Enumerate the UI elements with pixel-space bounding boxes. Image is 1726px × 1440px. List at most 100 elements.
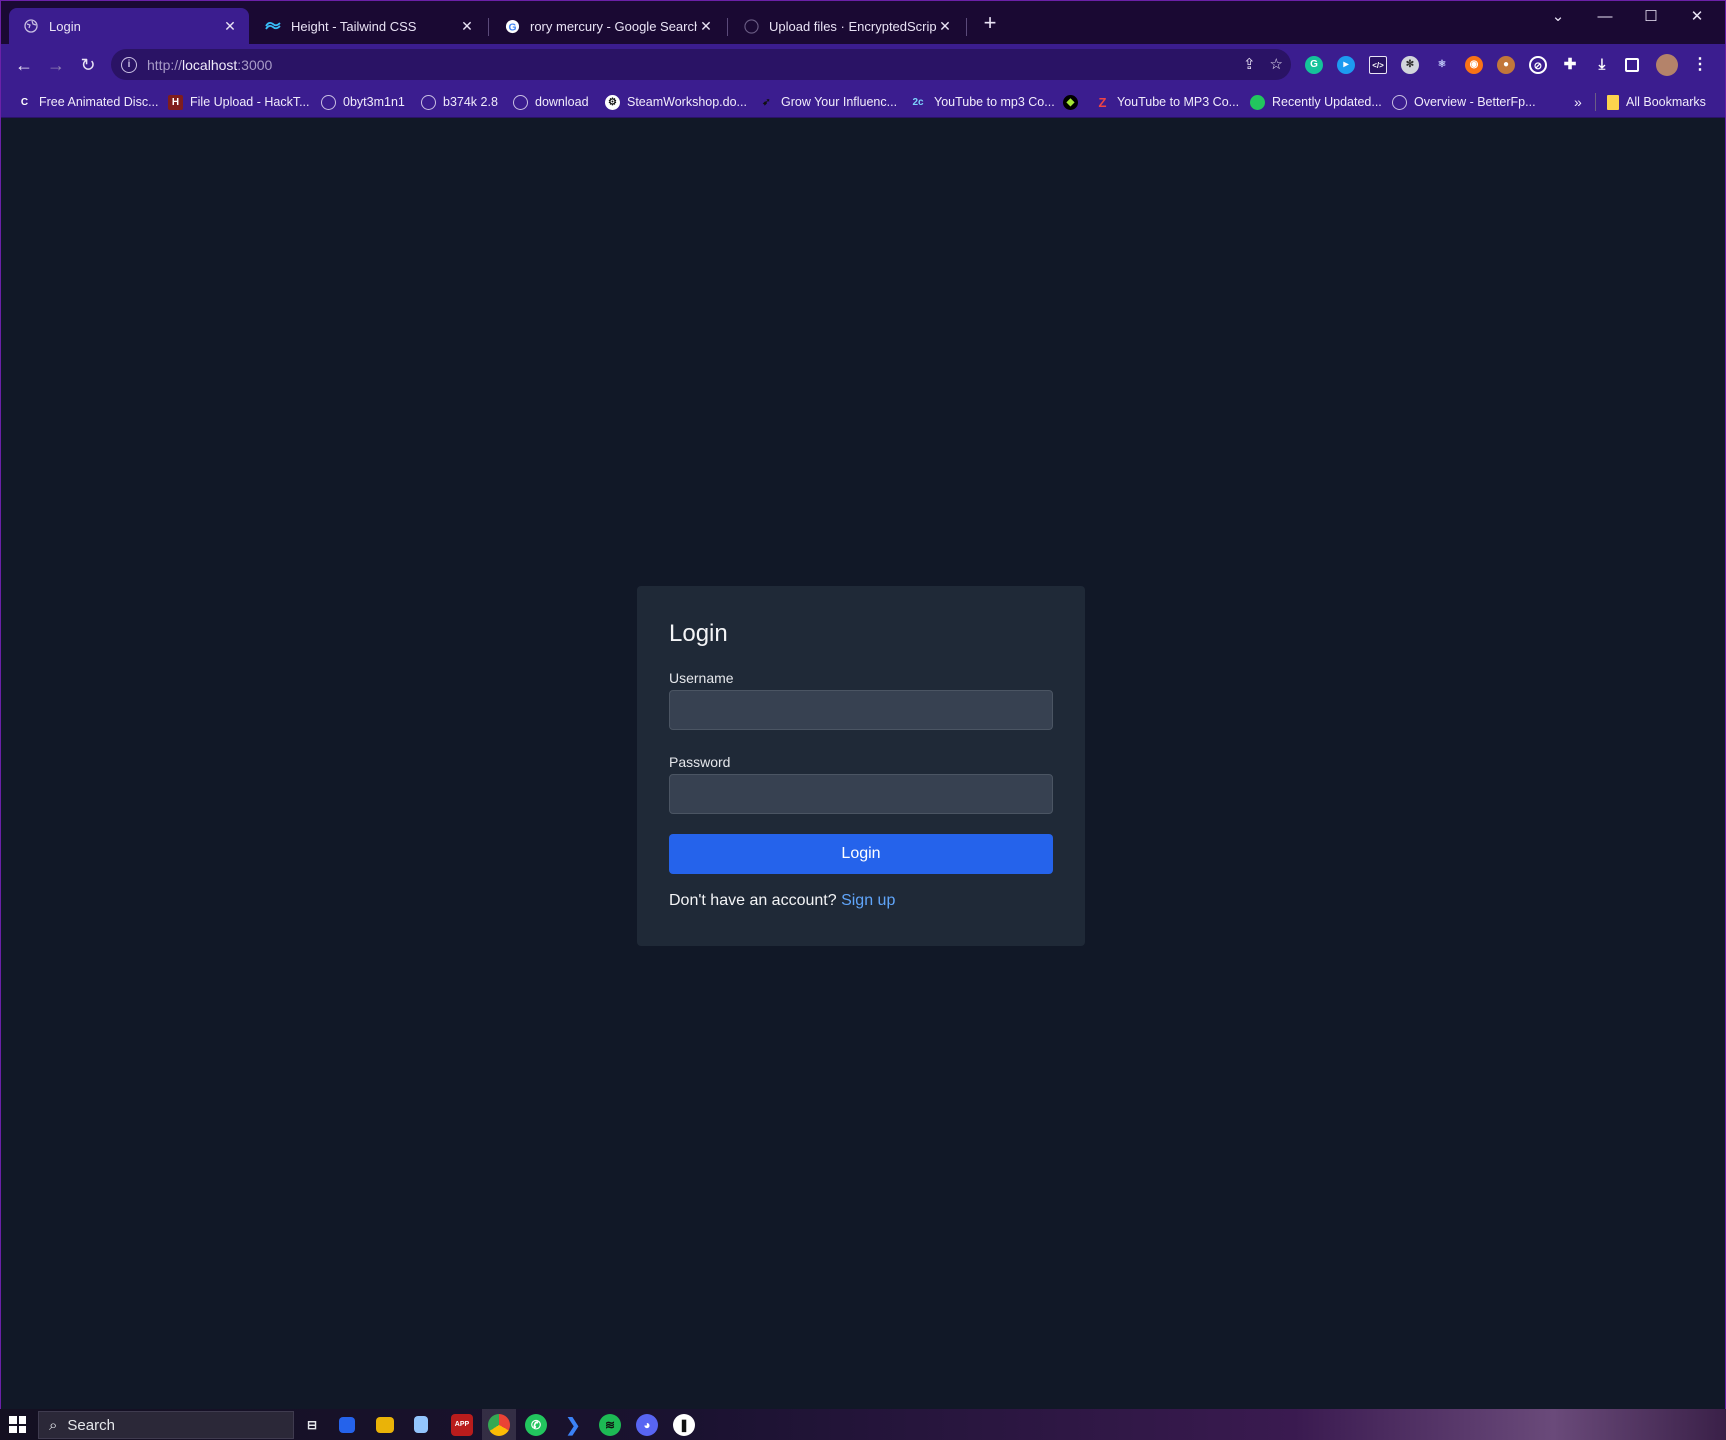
tab-separator	[488, 18, 489, 36]
kebab-menu-icon[interactable]: ⋮	[1691, 56, 1709, 74]
site-info-icon[interactable]: i	[121, 56, 137, 73]
bookmark-item[interactable]: ◆	[1063, 92, 1085, 112]
globe-icon	[513, 94, 528, 110]
steam-icon: ⚙	[605, 94, 620, 110]
bookmark-divider	[1595, 93, 1596, 111]
share-icon[interactable]: ⇪	[1243, 55, 1256, 73]
minimize-button[interactable]: —	[1583, 5, 1627, 29]
login-button[interactable]: Login	[669, 834, 1053, 874]
video-extension-icon[interactable]: ▸	[1337, 56, 1355, 74]
bookmark-item[interactable]: 0byt3m1n1	[321, 92, 405, 112]
download-icon[interactable]: ⤓	[1593, 56, 1611, 74]
username-input[interactable]	[669, 690, 1053, 730]
side-panel-icon[interactable]	[1625, 58, 1639, 72]
globe-icon	[23, 18, 39, 34]
react-devtools-icon[interactable]: ⚛	[1433, 56, 1451, 74]
bookmark-item[interactable]: b374k 2.8	[421, 92, 498, 112]
tab-google[interactable]: G rory mercury - Google Search ✕	[490, 8, 725, 44]
tailwind-icon	[265, 18, 281, 34]
tab-separator	[727, 18, 728, 36]
globe-icon	[321, 94, 336, 110]
tab-separator	[966, 18, 967, 36]
bookmark-star-icon[interactable]: ☆	[1270, 55, 1283, 73]
search-icon: ⌕	[49, 1416, 58, 1434]
login-card: Login Username Password Login Don't have…	[637, 586, 1085, 946]
tab-strip: Login ✕ Height - Tailwind CSS ✕ G rory m…	[1, 1, 1725, 44]
folder-icon	[1607, 94, 1619, 110]
blocker-extension-icon[interactable]: ⊘	[1529, 56, 1547, 74]
google-icon: G	[504, 18, 520, 34]
back-arrow-icon[interactable]: ←	[11, 52, 37, 78]
reload-icon[interactable]: ↻	[75, 52, 101, 78]
bookmark-item[interactable]: ➹ Grow Your Influenc...	[759, 92, 897, 112]
bookmark-item[interactable]: download	[513, 92, 589, 112]
avatar[interactable]	[1656, 54, 1678, 76]
bookmark-item[interactable]: 2c YouTube to mp3 Co...	[909, 92, 1054, 112]
all-bookmarks-button[interactable]: All Bookmarks	[1607, 92, 1706, 112]
page-content: Login Username Password Login Don't have…	[1, 119, 1725, 1409]
bookmarks-overflow-button[interactable]: »	[1574, 92, 1582, 112]
grammarly-extension-icon[interactable]: G	[1305, 56, 1323, 74]
bookmark-item[interactable]: Recently Updated...	[1250, 92, 1382, 112]
close-icon[interactable]: ✕	[458, 17, 476, 35]
earth-icon	[1250, 94, 1265, 110]
tab-title: rory mercury - Google Search	[530, 18, 697, 34]
snowflake-extension-icon[interactable]: ✻	[1401, 56, 1419, 74]
c-icon: C	[20, 96, 29, 108]
cookie-extension-icon[interactable]: ●	[1497, 56, 1515, 74]
browser-window: Login ✕ Height - Tailwind CSS ✕ G rory m…	[0, 0, 1726, 1409]
notepad-icon[interactable]	[414, 1416, 428, 1433]
store-icon[interactable]	[339, 1417, 355, 1433]
file-explorer-icon[interactable]	[376, 1417, 394, 1433]
bookmark-item[interactable]: ⚙ SteamWorkshop.do...	[605, 92, 747, 112]
vscode-icon[interactable]: ❯	[562, 1414, 584, 1436]
task-view-icon[interactable]: ⊟	[301, 1414, 323, 1436]
signup-link[interactable]: Sign up	[841, 892, 895, 909]
diamond-icon: ◆	[1063, 94, 1078, 110]
bookmark-item[interactable]: C Free Animated Disc...	[17, 92, 159, 112]
login-title: Login	[669, 620, 728, 647]
app-circle-icon[interactable]: ❚	[673, 1414, 695, 1436]
tab-search-chevron-icon[interactable]: ⌄	[1536, 5, 1580, 29]
taskbar-search-box[interactable]: ⌕ Search	[38, 1411, 294, 1439]
2c-icon: 2c	[912, 96, 924, 108]
new-tab-button[interactable]: +	[978, 12, 1002, 36]
tampermonkey-icon[interactable]: ◉	[1465, 56, 1483, 74]
browser-toolbar: ← → ↻ i http://localhost:3000 ⇪ ☆ G ▸ </…	[1, 44, 1725, 85]
windows-start-icon[interactable]	[9, 1416, 26, 1433]
globe-icon	[1392, 94, 1407, 110]
code-extension-icon[interactable]: </>	[1369, 56, 1387, 74]
bookmark-item[interactable]: Overview - BetterFp...	[1392, 92, 1536, 112]
svg-text:G: G	[508, 22, 516, 33]
tab-github[interactable]: Upload files · EncryptedScripts/s ✕	[729, 8, 964, 44]
globe-icon	[421, 94, 436, 110]
extensions-puzzle-icon[interactable]: ✚	[1561, 56, 1579, 74]
discord-icon[interactable]: ◕	[636, 1414, 658, 1436]
password-label: Password	[669, 754, 731, 770]
maximize-button[interactable]: ☐	[1629, 5, 1673, 29]
hacktricks-icon: H	[168, 94, 183, 110]
bird-icon: ➹	[762, 96, 771, 108]
taskbar-search-text: Search	[67, 1416, 115, 1434]
close-icon[interactable]: ✕	[697, 17, 715, 35]
chrome-icon[interactable]	[488, 1414, 510, 1436]
close-window-button[interactable]: ✕	[1675, 5, 1719, 29]
password-input[interactable]	[669, 774, 1053, 814]
github-icon	[743, 18, 759, 34]
bookmark-item[interactable]: Z YouTube to MP3 Co...	[1095, 92, 1240, 112]
spotify-icon[interactable]: ≋	[599, 1414, 621, 1436]
whatsapp-icon[interactable]: ✆	[525, 1414, 547, 1436]
close-icon[interactable]: ✕	[221, 17, 239, 35]
signup-prompt: Don't have an account? Sign up	[669, 892, 895, 910]
app-icon[interactable]: APP	[451, 1414, 473, 1436]
tab-login[interactable]: Login ✕	[9, 8, 249, 44]
tab-tailwind[interactable]: Height - Tailwind CSS ✕	[251, 8, 486, 44]
bookmark-item[interactable]: H File Upload - HackT...	[168, 92, 309, 112]
tab-title: Height - Tailwind CSS	[291, 18, 417, 34]
close-icon[interactable]: ✕	[936, 17, 954, 35]
url-text[interactable]: http://localhost:3000	[147, 57, 272, 73]
bookmarks-bar: C Free Animated Disc... H File Upload - Ha…	[1, 85, 1725, 118]
address-bar[interactable]: i http://localhost:3000 ⇪ ☆	[111, 49, 1291, 80]
forward-arrow-icon[interactable]: →	[43, 52, 69, 78]
taskbar: ⌕ Search ⊟ APP ✆ ❯ ≋ ◕ ❚	[0, 1409, 1726, 1440]
